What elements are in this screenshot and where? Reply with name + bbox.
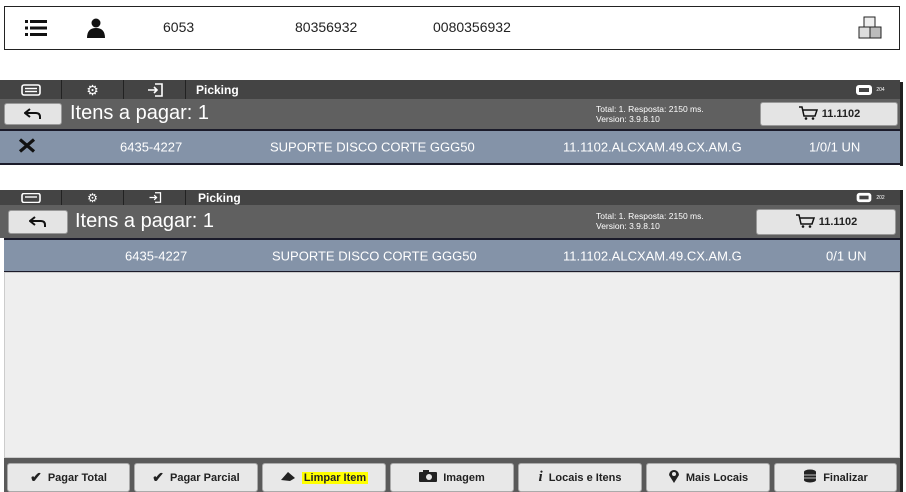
check-icon: ✔ (152, 469, 164, 485)
item-location: 11.1102.ALCXAM.49.CX.AM.G (563, 248, 742, 263)
pagar-total-button[interactable]: ✔ Pagar Total (7, 463, 130, 492)
operator-code: 6053 (163, 19, 195, 35)
gear-icon: ⚙ (86, 81, 99, 98)
list-icon[interactable] (25, 19, 47, 42)
database-icon (803, 469, 817, 486)
imagem-label: Imagem (443, 471, 485, 484)
locais-itens-button[interactable]: i Locais e Itens (518, 463, 642, 492)
map-marker-icon (668, 469, 680, 486)
item-code: 6435-4227 (125, 248, 188, 263)
item-location: 11.1102.ALCXAM.49.CX.AM.G (563, 139, 742, 155)
response-info: Total: 1. Resposta: 2150 ms. Version: 3.… (596, 211, 704, 231)
limpar-item-label: Limpar Item (301, 471, 369, 484)
undo-icon (24, 108, 41, 119)
settings-button[interactable]: ⚙ (62, 80, 124, 99)
divider (900, 190, 903, 492)
notifications-button[interactable]: 202 (842, 190, 898, 205)
eraser-icon (280, 470, 296, 485)
header-b: Itens a pagar: 1 Total: 1. Resposta: 215… (0, 205, 900, 238)
close-icon[interactable] (18, 138, 36, 156)
response-time: Total: 1. Resposta: 2150 ms. (596, 104, 704, 114)
page-title: Itens a pagar: 1 (70, 102, 209, 124)
response-info: Total: 1. Resposta: 2150 ms. Version: 3.… (596, 104, 704, 124)
item-quantity: 1/0/1 UN (809, 139, 861, 155)
menu-icon (20, 192, 41, 203)
camera-icon (419, 470, 438, 485)
notification-badge: 202 (876, 194, 885, 201)
imagem-button[interactable]: Imagem (390, 463, 514, 492)
item-list-area (4, 272, 900, 458)
version-label: Version: 3.9.8.10 (596, 221, 660, 231)
mais-locais-label: Mais Locais (685, 471, 749, 484)
inbox-icon (856, 192, 872, 203)
user-icon (87, 18, 105, 43)
locais-itens-label: Locais e Itens (548, 471, 622, 484)
menu-button[interactable] (0, 80, 62, 99)
item-description: SUPORTE DISCO CORTE GGG50 (270, 139, 475, 155)
pagar-parcial-label: Pagar Parcial (170, 471, 240, 484)
table-row[interactable]: 6435-4227 SUPORTE DISCO CORTE GGG50 11.1… (4, 238, 900, 273)
gear-icon: ⚙ (87, 190, 98, 205)
location-button-label: 11.1102 (818, 216, 858, 228)
sign-in-icon (147, 82, 163, 97)
document-number: 80356932 (295, 19, 358, 35)
item-quantity: 0/1 UN (826, 248, 867, 263)
toolbar-title: Picking (198, 190, 241, 205)
inbox-icon (856, 84, 873, 95)
cart-icon (798, 105, 818, 123)
item-code: 6435-4227 (120, 139, 183, 155)
info-icon: i (538, 469, 543, 485)
settings-button[interactable]: ⚙ (62, 190, 124, 205)
finalizar-button[interactable]: Finalizar (774, 463, 897, 492)
sign-in-icon (149, 192, 161, 203)
mais-locais-button[interactable]: Mais Locais (646, 463, 770, 492)
pagar-parcial-button[interactable]: ✔ Pagar Parcial (134, 463, 258, 492)
header-a: Itens a pagar: 1 Total: 1. Resposta: 215… (0, 99, 900, 129)
info-row: 6053 80356932 0080356932 (4, 6, 900, 50)
location-button[interactable]: 11.1102 (760, 102, 898, 126)
back-button[interactable] (8, 210, 68, 234)
login-button[interactable] (124, 190, 186, 205)
location-button-label: 11.1102 (821, 108, 861, 120)
notification-badge: 204 (876, 86, 885, 93)
login-button[interactable] (124, 80, 186, 99)
toolbar-title: Picking (196, 82, 239, 97)
page-title: Itens a pagar: 1 (75, 210, 214, 232)
double-check-icon: ✔ (30, 469, 42, 485)
cart-icon (795, 213, 815, 231)
toolbar-a: ⚙ Picking 204 (0, 80, 900, 99)
response-time: Total: 1. Resposta: 2150 ms. (596, 211, 704, 221)
document-number-full: 0080356932 (433, 19, 511, 35)
table-row[interactable]: 6435-4227 SUPORTE DISCO CORTE GGG50 11.1… (0, 129, 900, 165)
divider (900, 82, 903, 166)
version-label: Version: 3.9.8.10 (596, 114, 660, 124)
limpar-item-button[interactable]: Limpar Item (262, 463, 386, 492)
item-description: SUPORTE DISCO CORTE GGG50 (272, 248, 477, 263)
location-button[interactable]: 11.1102 (756, 209, 896, 235)
menu-button[interactable] (0, 190, 62, 205)
notifications-button[interactable]: 204 (842, 81, 898, 98)
menu-icon (20, 83, 41, 96)
boxes-icon[interactable] (857, 15, 883, 46)
pagar-total-label: Pagar Total (47, 471, 107, 484)
action-bar: ✔ Pagar Total ✔ Pagar Parcial Limpar Ite… (4, 458, 900, 492)
toolbar-b: ⚙ Picking 202 (0, 190, 900, 205)
undo-icon (29, 216, 46, 227)
back-button[interactable] (4, 103, 62, 125)
finalizar-label: Finalizar (823, 471, 868, 484)
